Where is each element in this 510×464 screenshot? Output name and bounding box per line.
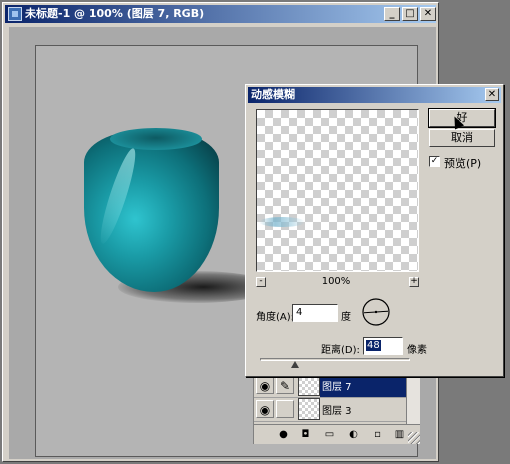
angle-label: 角度(A): (256, 312, 295, 323)
document-title-bar[interactable]: 未标题-1 @ 100% (图层 7, RGB) _ □ ✕ (5, 5, 436, 23)
layer-thumbnail (298, 374, 320, 396)
layer-thumbnail (298, 398, 320, 420)
preview-blur-stroke (259, 217, 305, 227)
distance-value: 48 (366, 340, 381, 351)
zoom-out-button[interactable]: - (256, 277, 266, 287)
angle-input[interactable]: 4 (292, 304, 338, 322)
link-slot[interactable] (276, 400, 294, 418)
layer-row-7[interactable]: ◉ ✎ 图层 7 (254, 374, 406, 398)
layers-scrollbar[interactable] (406, 374, 420, 424)
layer-row-3[interactable]: ◉ 图层 3 (254, 398, 406, 422)
motion-blur-dialog: 动感模糊 ✕ - 100% + 好 取消 ✓ 预览(P) 角度(A): 4 度 … (245, 84, 504, 377)
adjustment-layer-icon[interactable]: ◐ (348, 429, 359, 440)
close-button[interactable]: ✕ (420, 7, 436, 21)
new-layer-icon[interactable]: ▫ (372, 429, 383, 440)
layers-toolbar: ● ◘ ▭ ◐ ▫ ▥ (254, 424, 420, 444)
maximize-button[interactable]: □ (402, 7, 418, 21)
filter-preview[interactable] (256, 109, 419, 272)
eye-icon[interactable]: ◉ (256, 400, 274, 418)
preview-checkbox[interactable]: ✓ (429, 156, 440, 167)
distance-slider-track[interactable] (260, 358, 410, 361)
vase-rim (110, 128, 202, 150)
layer-style-icon[interactable]: ● (278, 429, 289, 440)
document-title: 未标题-1 @ 100% (图层 7, RGB) (25, 7, 205, 20)
dialog-title-bar[interactable]: 动感模糊 ✕ (248, 87, 501, 103)
layer-set-icon[interactable]: ▭ (324, 429, 335, 440)
dialog-title: 动感模糊 (251, 88, 295, 101)
distance-unit: 像素 (407, 345, 427, 356)
preview-label: 预览(P) (444, 157, 482, 170)
brush-icon[interactable]: ✎ (276, 376, 294, 394)
layer-name: 图层 7 (322, 382, 352, 393)
layers-palette: ◉ ✎ 图层 7 ◉ 图层 3 ● ◘ ▭ ◐ ▫ ▥ (253, 374, 420, 444)
eye-icon[interactable]: ◉ (256, 376, 274, 394)
zoom-in-button[interactable]: + (409, 277, 419, 287)
minimize-button[interactable]: _ (384, 7, 400, 21)
layer-mask-icon[interactable]: ◘ (300, 429, 311, 440)
cancel-button[interactable]: 取消 (429, 129, 495, 147)
distance-label: 距离(D): (321, 345, 360, 356)
trash-icon[interactable]: ▥ (394, 429, 405, 440)
angle-unit: 度 (341, 312, 351, 323)
distance-input[interactable]: 48 (363, 337, 403, 355)
angle-dial-icon[interactable] (361, 297, 391, 327)
zoom-level: 100% (321, 276, 351, 287)
layer-name: 图层 3 (322, 406, 352, 417)
photoshop-icon (8, 7, 22, 21)
distance-slider-thumb[interactable] (291, 361, 299, 368)
dialog-close-button[interactable]: ✕ (485, 88, 499, 101)
resize-grip-icon[interactable] (408, 432, 420, 444)
